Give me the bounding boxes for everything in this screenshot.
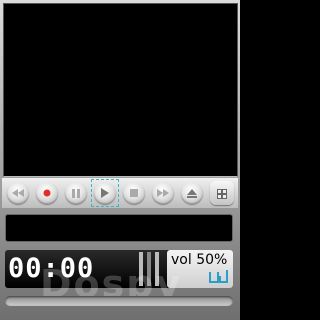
fast-forward-icon (157, 189, 169, 197)
record-icon (43, 189, 51, 197)
play-button[interactable] (94, 182, 116, 204)
stop-icon (130, 189, 138, 197)
grid-menu-icon (217, 184, 227, 203)
stop-button[interactable] (123, 182, 145, 204)
pause-icon (72, 188, 80, 198)
fast-forward-button[interactable] (152, 182, 174, 204)
track-info-bar (5, 214, 233, 242)
pause-button[interactable] (65, 182, 87, 204)
eject-icon (187, 188, 197, 198)
control-bar (2, 178, 238, 208)
player-window: 00:00 vol 50% Dospy (0, 0, 240, 320)
rewind-button[interactable] (7, 182, 29, 204)
volume-level-icon (209, 268, 229, 284)
menu-button[interactable] (210, 181, 234, 205)
record-button[interactable] (36, 182, 58, 204)
play-icon (101, 188, 109, 198)
eject-button[interactable] (181, 182, 203, 204)
rewind-icon (12, 189, 24, 197)
seek-bar[interactable] (5, 296, 233, 306)
video-area[interactable] (3, 3, 238, 177)
